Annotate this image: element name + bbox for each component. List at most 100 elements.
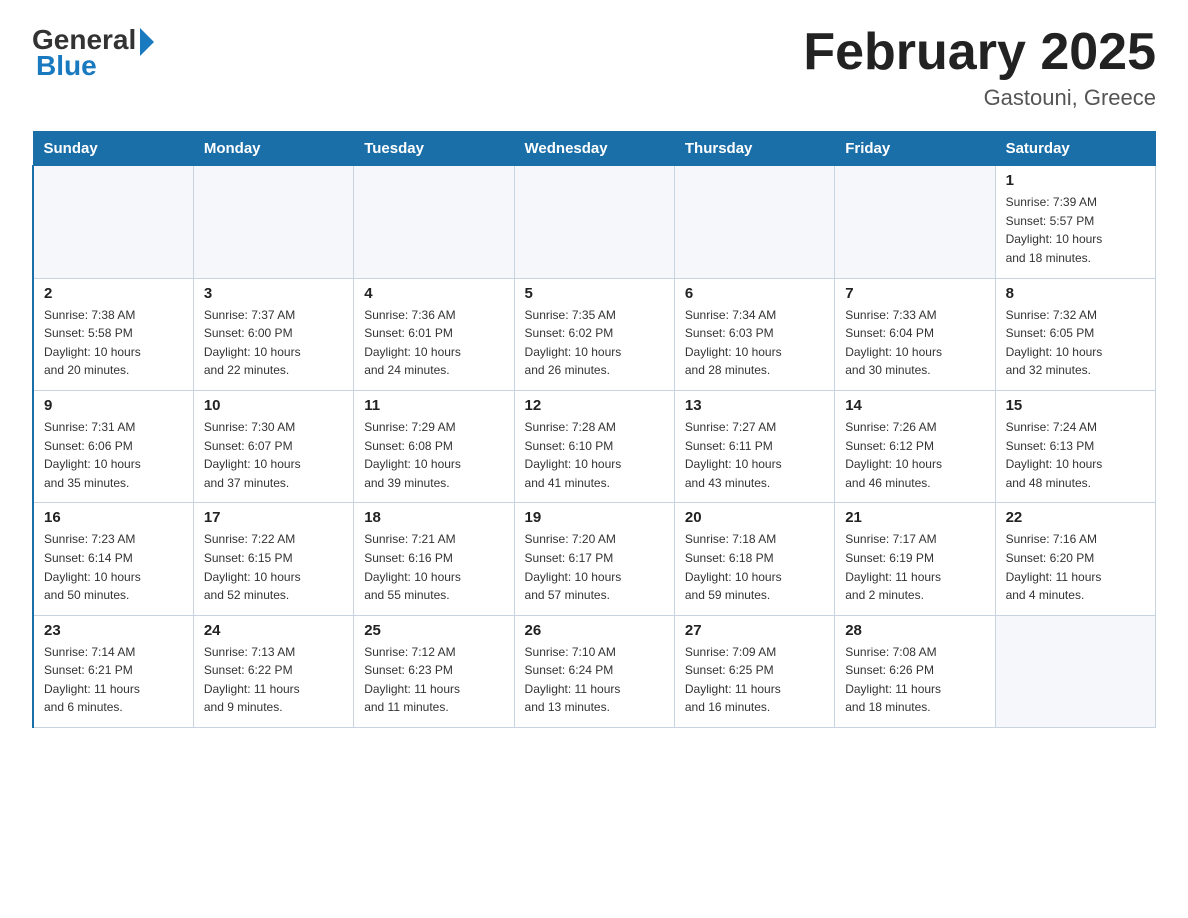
calendar-cell — [354, 166, 514, 278]
calendar-cell: 25 Sunrise: 7:12 AM Sunset: 6:23 PM Dayli… — [354, 615, 514, 727]
calendar-cell: 23 Sunrise: 7:14 AM Sunset: 6:21 PM Dayli… — [33, 615, 193, 727]
calendar-cell: 5 Sunrise: 7:35 AM Sunset: 6:02 PM Daylig… — [514, 278, 674, 390]
day-number: 17 — [204, 509, 343, 526]
weekday-header-friday: Friday — [835, 132, 995, 166]
calendar-cell: 11 Sunrise: 7:29 AM Sunset: 6:08 PM Dayli… — [354, 390, 514, 502]
day-info: Sunrise: 7:31 AM Sunset: 6:06 PM Dayligh… — [44, 418, 183, 492]
calendar-cell — [995, 615, 1155, 727]
week-row-4: 16 Sunrise: 7:23 AM Sunset: 6:14 PM Dayli… — [33, 503, 1156, 615]
weekday-header-row: SundayMondayTuesdayWednesdayThursdayFrid… — [33, 132, 1156, 166]
calendar-cell: 15Sunrise: 7:24 AM Sunset: 6:13 PM Dayli… — [995, 390, 1155, 502]
day-number: 9 — [44, 397, 183, 414]
logo-blue-text: Blue — [36, 50, 97, 82]
weekday-header-tuesday: Tuesday — [354, 132, 514, 166]
logo-arrow-icon — [140, 28, 154, 56]
day-info: Sunrise: 7:20 AM Sunset: 6:17 PM Dayligh… — [525, 530, 664, 604]
day-number: 19 — [525, 509, 664, 526]
day-number: 3 — [204, 285, 343, 302]
page-header: General Blue February 2025 Gastouni, Gre… — [32, 24, 1156, 111]
day-info: Sunrise: 7:12 AM Sunset: 6:23 PM Dayligh… — [364, 643, 503, 717]
week-row-5: 23 Sunrise: 7:14 AM Sunset: 6:21 PM Dayli… — [33, 615, 1156, 727]
day-number: 23 — [44, 622, 183, 639]
calendar-cell: 7 Sunrise: 7:33 AM Sunset: 6:04 PM Daylig… — [835, 278, 995, 390]
calendar-cell: 28Sunrise: 7:08 AM Sunset: 6:26 PM Dayli… — [835, 615, 995, 727]
week-row-1: 1 Sunrise: 7:39 AM Sunset: 5:57 PM Daylig… — [33, 166, 1156, 278]
day-info: Sunrise: 7:09 AM Sunset: 6:25 PM Dayligh… — [685, 643, 824, 717]
calendar-cell: 10 Sunrise: 7:30 AM Sunset: 6:07 PM Dayli… — [193, 390, 353, 502]
day-number: 8 — [1006, 285, 1145, 302]
calendar-cell — [835, 166, 995, 278]
day-number: 25 — [364, 622, 503, 639]
day-number: 11 — [364, 397, 503, 414]
day-info: Sunrise: 7:24 AM Sunset: 6:13 PM Dayligh… — [1006, 418, 1145, 492]
calendar-cell: 19 Sunrise: 7:20 AM Sunset: 6:17 PM Dayli… — [514, 503, 674, 615]
day-info: Sunrise: 7:16 AM Sunset: 6:20 PM Dayligh… — [1006, 530, 1145, 604]
day-number: 1 — [1006, 172, 1145, 189]
day-info: Sunrise: 7:26 AM Sunset: 6:12 PM Dayligh… — [845, 418, 984, 492]
day-info: Sunrise: 7:32 AM Sunset: 6:05 PM Dayligh… — [1006, 306, 1145, 380]
day-info: Sunrise: 7:28 AM Sunset: 6:10 PM Dayligh… — [525, 418, 664, 492]
day-info: Sunrise: 7:30 AM Sunset: 6:07 PM Dayligh… — [204, 418, 343, 492]
week-row-3: 9 Sunrise: 7:31 AM Sunset: 6:06 PM Daylig… — [33, 390, 1156, 502]
calendar-cell: 21Sunrise: 7:17 AM Sunset: 6:19 PM Dayli… — [835, 503, 995, 615]
calendar-table: SundayMondayTuesdayWednesdayThursdayFrid… — [32, 131, 1156, 728]
day-info: Sunrise: 7:14 AM Sunset: 6:21 PM Dayligh… — [44, 643, 183, 717]
day-number: 21 — [845, 509, 984, 526]
day-info: Sunrise: 7:10 AM Sunset: 6:24 PM Dayligh… — [525, 643, 664, 717]
main-title: February 2025 — [803, 24, 1156, 81]
calendar-cell — [193, 166, 353, 278]
calendar-cell: 1 Sunrise: 7:39 AM Sunset: 5:57 PM Daylig… — [995, 166, 1155, 278]
day-number: 18 — [364, 509, 503, 526]
day-info: Sunrise: 7:23 AM Sunset: 6:14 PM Dayligh… — [44, 530, 183, 604]
day-info: Sunrise: 7:34 AM Sunset: 6:03 PM Dayligh… — [685, 306, 824, 380]
day-number: 10 — [204, 397, 343, 414]
day-info: Sunrise: 7:35 AM Sunset: 6:02 PM Dayligh… — [525, 306, 664, 380]
day-number: 20 — [685, 509, 824, 526]
calendar-cell: 22 Sunrise: 7:16 AM Sunset: 6:20 PM Dayli… — [995, 503, 1155, 615]
day-number: 16 — [44, 509, 183, 526]
calendar-cell: 14 Sunrise: 7:26 AM Sunset: 6:12 PM Dayli… — [835, 390, 995, 502]
calendar-cell: 3 Sunrise: 7:37 AM Sunset: 6:00 PM Daylig… — [193, 278, 353, 390]
day-number: 7 — [845, 285, 984, 302]
weekday-header-monday: Monday — [193, 132, 353, 166]
day-number: 5 — [525, 285, 664, 302]
calendar-cell: 27 Sunrise: 7:09 AM Sunset: 6:25 PM Dayli… — [674, 615, 834, 727]
day-info: Sunrise: 7:33 AM Sunset: 6:04 PM Dayligh… — [845, 306, 984, 380]
calendar-cell: 8 Sunrise: 7:32 AM Sunset: 6:05 PM Daylig… — [995, 278, 1155, 390]
calendar-cell — [514, 166, 674, 278]
day-number: 14 — [845, 397, 984, 414]
day-info: Sunrise: 7:22 AM Sunset: 6:15 PM Dayligh… — [204, 530, 343, 604]
day-number: 2 — [44, 285, 183, 302]
day-info: Sunrise: 7:38 AM Sunset: 5:58 PM Dayligh… — [44, 306, 183, 380]
day-number: 26 — [525, 622, 664, 639]
calendar-cell: 17 Sunrise: 7:22 AM Sunset: 6:15 PM Dayli… — [193, 503, 353, 615]
day-number: 24 — [204, 622, 343, 639]
day-info: Sunrise: 7:13 AM Sunset: 6:22 PM Dayligh… — [204, 643, 343, 717]
calendar-cell: 4Sunrise: 7:36 AM Sunset: 6:01 PM Daylig… — [354, 278, 514, 390]
day-number: 12 — [525, 397, 664, 414]
calendar-cell: 20 Sunrise: 7:18 AM Sunset: 6:18 PM Dayli… — [674, 503, 834, 615]
weekday-header-sunday: Sunday — [33, 132, 193, 166]
day-info: Sunrise: 7:39 AM Sunset: 5:57 PM Dayligh… — [1006, 193, 1145, 267]
day-number: 27 — [685, 622, 824, 639]
week-row-2: 2 Sunrise: 7:38 AM Sunset: 5:58 PM Daylig… — [33, 278, 1156, 390]
day-info: Sunrise: 7:36 AM Sunset: 6:01 PM Dayligh… — [364, 306, 503, 380]
title-block: February 2025 Gastouni, Greece — [803, 24, 1156, 111]
day-info: Sunrise: 7:18 AM Sunset: 6:18 PM Dayligh… — [685, 530, 824, 604]
calendar-cell: 12 Sunrise: 7:28 AM Sunset: 6:10 PM Dayli… — [514, 390, 674, 502]
day-info: Sunrise: 7:29 AM Sunset: 6:08 PM Dayligh… — [364, 418, 503, 492]
weekday-header-wednesday: Wednesday — [514, 132, 674, 166]
calendar-cell: 26 Sunrise: 7:10 AM Sunset: 6:24 PM Dayli… — [514, 615, 674, 727]
weekday-header-thursday: Thursday — [674, 132, 834, 166]
day-info: Sunrise: 7:08 AM Sunset: 6:26 PM Dayligh… — [845, 643, 984, 717]
calendar-cell: 6Sunrise: 7:34 AM Sunset: 6:03 PM Daylig… — [674, 278, 834, 390]
calendar-cell: 13Sunrise: 7:27 AM Sunset: 6:11 PM Dayli… — [674, 390, 834, 502]
calendar-cell: 24 Sunrise: 7:13 AM Sunset: 6:22 PM Dayli… — [193, 615, 353, 727]
calendar-cell — [674, 166, 834, 278]
logo: General Blue — [32, 24, 154, 82]
calendar-cell: 16 Sunrise: 7:23 AM Sunset: 6:14 PM Dayli… — [33, 503, 193, 615]
subtitle: Gastouni, Greece — [803, 85, 1156, 111]
day-number: 22 — [1006, 509, 1145, 526]
day-info: Sunrise: 7:37 AM Sunset: 6:00 PM Dayligh… — [204, 306, 343, 380]
day-info: Sunrise: 7:21 AM Sunset: 6:16 PM Dayligh… — [364, 530, 503, 604]
